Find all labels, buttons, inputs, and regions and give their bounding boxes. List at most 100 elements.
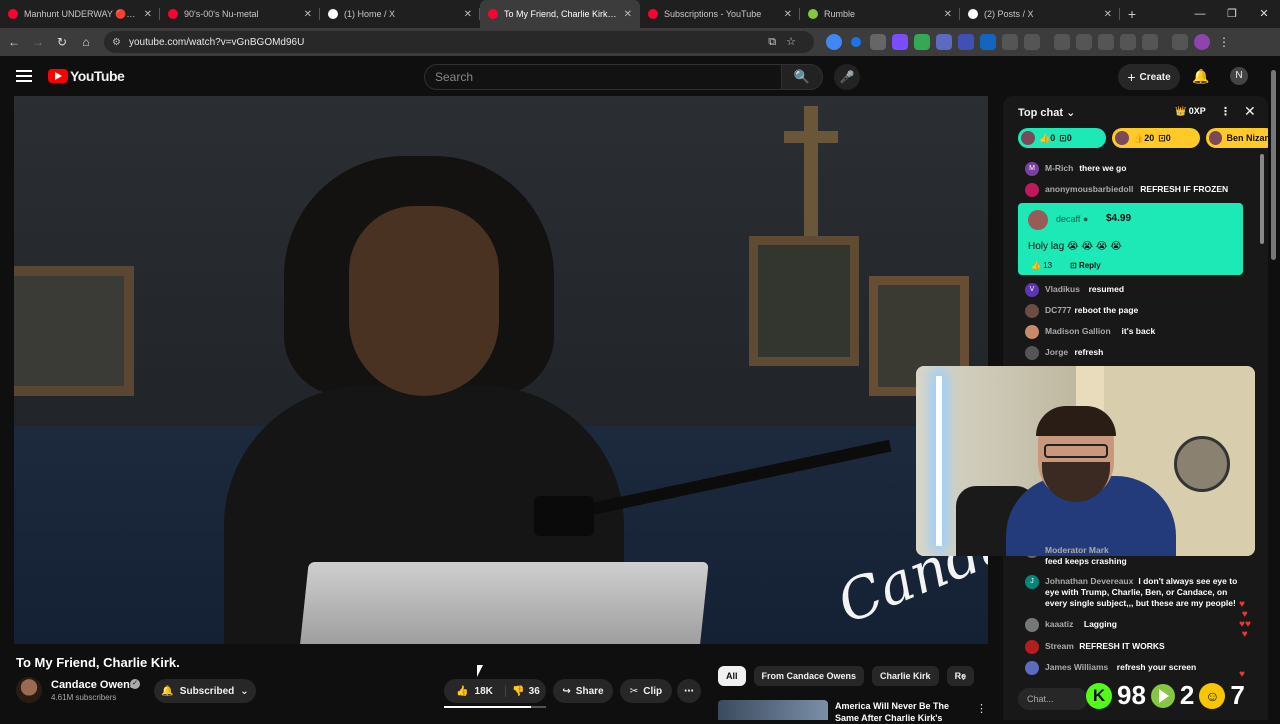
browser-tab[interactable]: Subscriptions - YouTube ✕: [640, 0, 800, 28]
create-button[interactable]: + Create: [1118, 64, 1180, 90]
puzzle-icon[interactable]: [1024, 34, 1040, 50]
back-icon[interactable]: ←: [2, 35, 26, 49]
chat-author[interactable]: Moderator Mark: [1045, 545, 1109, 556]
forward-icon[interactable]: →: [26, 35, 50, 49]
tab-close-icon[interactable]: ✕: [144, 9, 152, 20]
avatar: [1025, 661, 1039, 675]
share-button[interactable]: ↪ Share: [553, 679, 613, 703]
home-icon[interactable]: ⌂: [74, 35, 98, 49]
subscribed-button[interactable]: 🔔 Subscribed ⌄: [154, 679, 256, 703]
browser-tab[interactable]: Manhunt UNDERWAY 🔴 RIP ✕: [0, 0, 160, 28]
maximize-icon[interactable]: ❐: [1216, 0, 1248, 28]
tab-title: (1) Home / X: [344, 9, 396, 19]
code-icon[interactable]: [1098, 34, 1114, 50]
superchat-ticker[interactable]: Ben Nizar: [1206, 128, 1268, 148]
search-button[interactable]: 🔍: [781, 64, 823, 90]
close-window-icon[interactable]: ✕: [1248, 0, 1280, 28]
related-video-thumbnail[interactable]: [718, 700, 828, 720]
more-actions-button[interactable]: ⋯: [677, 679, 701, 703]
video-scene-frame: [14, 266, 134, 396]
browser-tab[interactable]: (1) Home / X ✕: [320, 0, 480, 28]
tab-close-icon[interactable]: ✕: [1104, 9, 1112, 20]
history-icon[interactable]: [1054, 34, 1070, 50]
minimize-icon[interactable]: —: [1184, 0, 1216, 28]
extension-icon[interactable]: [958, 34, 974, 50]
close-chat-icon[interactable]: ✕: [1244, 103, 1256, 120]
chevron-right-icon[interactable]: ›: [962, 670, 966, 684]
tab-close-icon[interactable]: ✕: [944, 9, 952, 20]
extension-icon[interactable]: [1076, 34, 1092, 50]
channel-name[interactable]: Candace Owens: [51, 679, 136, 691]
top-chat-dropdown[interactable]: Top chat ⌄: [1018, 106, 1075, 119]
dislike-button[interactable]: 👎 36: [506, 686, 546, 697]
extension-icon[interactable]: [851, 37, 861, 47]
chat-author[interactable]: Jorge: [1045, 347, 1068, 358]
superchat-like-button[interactable]: 👍 13: [1031, 261, 1052, 270]
related-filter-chips: All From Candace Owens Charlie Kirk Re: [718, 666, 975, 686]
chat-author[interactable]: Vladikus: [1045, 284, 1080, 295]
browser-tab[interactable]: 90's-00's Nu-metal ✕: [160, 0, 320, 28]
extension-icon[interactable]: [980, 34, 996, 50]
chat-author[interactable]: Stream: [1045, 641, 1074, 652]
superchat-ticker[interactable]: 👍20 ⊡0: [1112, 128, 1200, 148]
extension-icon[interactable]: [870, 34, 886, 50]
tab-favicon-icon: [488, 9, 498, 19]
channel-avatar[interactable]: [16, 677, 42, 703]
chat-author[interactable]: anonymousbarbiedoll: [1045, 184, 1133, 195]
related-more-icon[interactable]: ⋮: [976, 702, 987, 715]
tab-title: Manhunt UNDERWAY 🔴 RIP: [24, 8, 138, 19]
chat-more-icon[interactable]: ⋮: [1220, 105, 1231, 118]
bookmark-star-icon[interactable]: ⧉☆: [768, 35, 806, 49]
subscriber-count: 4.61M subscribers: [51, 693, 117, 702]
chat-scrollbar[interactable]: [1260, 154, 1266, 674]
superchat-reply-button[interactable]: ⊡ Reply: [1070, 261, 1101, 270]
hamburger-menu-icon[interactable]: [16, 70, 32, 85]
superchat-message[interactable]: decaff ● $4.99 Holy lag 😭 😭 😭 😭 👍 13 ⊡ R…: [1018, 203, 1243, 275]
video-player[interactable]: Candace: [14, 96, 988, 644]
tab-close-icon[interactable]: ✕: [464, 9, 472, 20]
clip-button[interactable]: ✂ Clip: [620, 679, 672, 703]
tab-close-icon[interactable]: ✕: [784, 9, 792, 20]
browser-tab[interactable]: (2) Posts / X ✕: [960, 0, 1120, 28]
filter-chip[interactable]: Charlie Kirk: [872, 666, 939, 686]
notifications-bell-icon[interactable]: 🔔: [1192, 68, 1209, 85]
xp-badge[interactable]: 👑 0XP: [1175, 106, 1206, 117]
new-tab-button[interactable]: +: [1120, 0, 1144, 28]
voice-search-button[interactable]: 🎤: [834, 64, 860, 90]
related-video-title[interactable]: America Will Never Be The Same After Cha…: [835, 700, 965, 724]
like-button[interactable]: 👍 18K: [444, 685, 506, 697]
avatar: V: [1025, 283, 1039, 297]
page-scrollbar[interactable]: [1270, 60, 1278, 720]
youtube-logo[interactable]: YouTube: [48, 68, 125, 84]
reload-icon[interactable]: ↻: [50, 35, 74, 49]
profile-avatar-icon[interactable]: [1194, 34, 1210, 50]
chat-author[interactable]: Johnathan Devereaux: [1045, 576, 1133, 587]
chat-author[interactable]: Madison Gallion: [1045, 326, 1111, 337]
chat-author[interactable]: DC777: [1045, 305, 1071, 316]
browser-tab[interactable]: Rumble ✕: [800, 0, 960, 28]
chat-author[interactable]: M-Rich: [1045, 163, 1073, 174]
sidebar-icon[interactable]: [1142, 34, 1158, 50]
tab-close-icon[interactable]: ✕: [304, 9, 312, 20]
extension-icon[interactable]: [826, 34, 842, 50]
filter-chip[interactable]: Re: [946, 666, 975, 686]
browser-tab[interactable]: To My Friend, Charlie Kirk. - You ✕: [480, 0, 640, 28]
extension-icon[interactable]: [914, 34, 930, 50]
account-avatar[interactable]: N: [1230, 67, 1248, 85]
site-info-icon[interactable]: ⚙: [112, 37, 121, 48]
filter-chip[interactable]: From Candace Owens: [753, 666, 865, 686]
browser-menu-icon[interactable]: ⋮: [1216, 34, 1232, 50]
search-input[interactable]: Search: [424, 64, 782, 90]
chat-author[interactable]: James Williams: [1045, 662, 1108, 673]
extension-icon[interactable]: [1172, 34, 1188, 50]
address-bar[interactable]: ⚙ youtube.com/watch?v=vGnBGOMd96U ⧉☆: [104, 31, 814, 53]
tab-close-icon[interactable]: ✕: [624, 9, 632, 20]
extension-icon[interactable]: [936, 34, 952, 50]
chat-input[interactable]: Chat...: [1018, 688, 1088, 710]
extension-icon[interactable]: [892, 34, 908, 50]
extension-icon[interactable]: [1120, 34, 1136, 50]
chat-author[interactable]: kaaatiz: [1045, 619, 1073, 630]
superchat-ticker[interactable]: 👍0 ⊡0: [1018, 128, 1106, 148]
filter-chip[interactable]: All: [718, 666, 746, 686]
extension-icon[interactable]: [1002, 34, 1018, 50]
